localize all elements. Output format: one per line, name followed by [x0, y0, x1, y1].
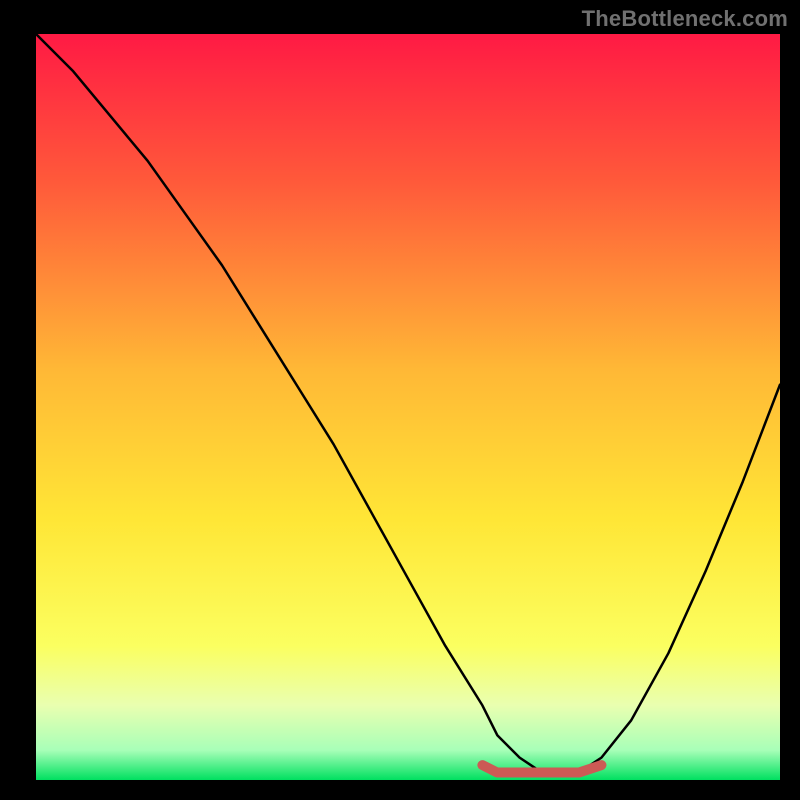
- plot-background: [36, 34, 780, 780]
- frame-bottom: [0, 780, 800, 800]
- chart-container: TheBottleneck.com: [0, 0, 800, 800]
- bottleneck-chart: [0, 0, 800, 800]
- frame-right: [780, 0, 800, 800]
- frame-left: [0, 0, 36, 800]
- frame-top: [0, 0, 800, 34]
